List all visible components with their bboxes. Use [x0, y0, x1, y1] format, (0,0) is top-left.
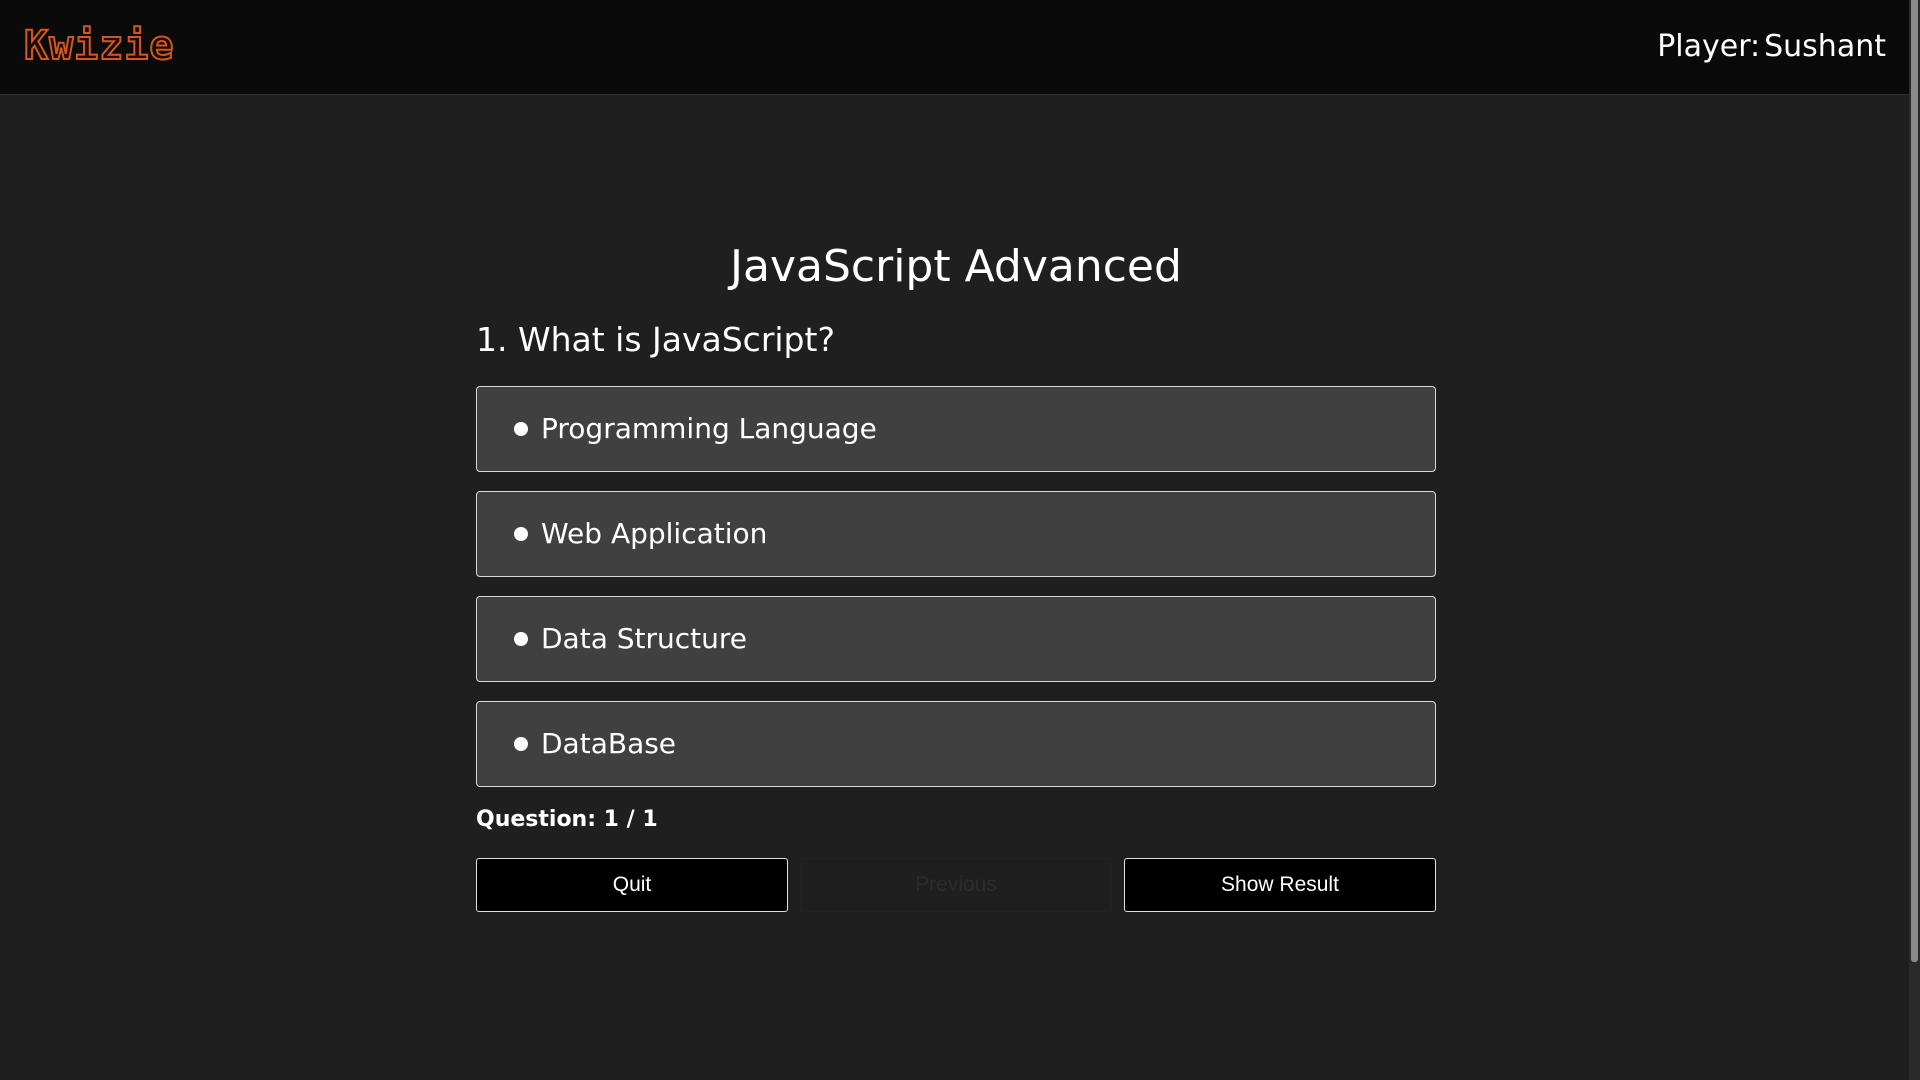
top-bar: Kwizie Player: Sushant: [0, 0, 1909, 95]
previous-button: Previous: [800, 858, 1112, 912]
radio-button[interactable]: [514, 737, 528, 751]
quit-button[interactable]: Quit: [476, 858, 788, 912]
show-result-button[interactable]: Show Result: [1124, 858, 1436, 912]
answer-option-programming-language[interactable]: Programming Language: [476, 386, 1436, 472]
quiz-container: JavaScript Advanced 1. What is JavaScrip…: [476, 240, 1436, 912]
quiz-title: JavaScript Advanced: [730, 241, 1182, 292]
quiz-app: Kwizie Player: Sushant JavaScript Advance…: [0, 0, 1920, 1080]
option-label: Web Application: [541, 517, 768, 550]
player-name: Sushant: [1764, 29, 1886, 64]
player-label: Player:: [1657, 29, 1761, 64]
question-text: 1. What is JavaScript?: [476, 320, 835, 359]
radio-button[interactable]: [514, 422, 528, 436]
question-counter: Question: 1 / 1: [476, 807, 658, 832]
answer-options: Programming Language Web Application Dat…: [476, 386, 1436, 787]
answer-option-data-structure[interactable]: Data Structure: [476, 596, 1436, 682]
option-label: Programming Language: [541, 412, 877, 445]
quiz-navigation: Quit Previous Show Result: [476, 858, 1436, 912]
option-label: DataBase: [541, 727, 677, 760]
answer-option-web-application[interactable]: Web Application: [476, 491, 1436, 577]
scrollbar-thumb[interactable]: [1911, 0, 1918, 962]
radio-button[interactable]: [514, 632, 528, 646]
radio-button[interactable]: [514, 527, 528, 541]
player-info: Player: Sushant: [1657, 28, 1886, 66]
kwizie-logo[interactable]: Kwizie: [23, 22, 174, 70]
vertical-scrollbar[interactable]: [1909, 0, 1920, 1080]
option-label: Data Structure: [541, 622, 748, 655]
answer-option-database[interactable]: DataBase: [476, 701, 1436, 787]
